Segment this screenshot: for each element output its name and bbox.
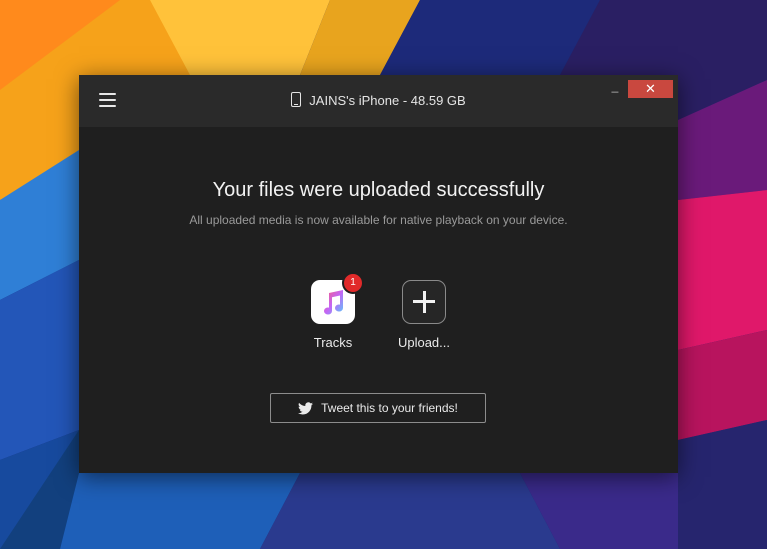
success-subline: All uploaded media is now available for … <box>189 213 568 227</box>
success-headline: Your files were uploaded successfully <box>212 179 545 201</box>
notification-badge: 1 <box>342 272 364 294</box>
tracks-tile[interactable]: 1 Tracks <box>301 272 365 350</box>
tracks-label: Tracks <box>313 335 353 350</box>
title-bar: JAINS's iPhone - 48.59 GB _ ✕ <box>79 75 678 127</box>
app-window: JAINS's iPhone - 48.59 GB _ ✕ Your files… <box>79 75 678 473</box>
upload-label: Upload... <box>397 335 451 350</box>
device-title: JAINS's iPhone - 48.59 GB <box>79 92 678 108</box>
close-button[interactable]: ✕ <box>628 80 673 98</box>
tweet-button[interactable]: Tweet this to your friends! <box>270 393 486 423</box>
phone-icon <box>291 92 302 107</box>
music-app-icon: 1 <box>311 272 364 324</box>
minimize-button[interactable]: _ <box>605 80 625 97</box>
device-title-text: JAINS's iPhone - 48.59 GB <box>309 93 466 108</box>
upload-tile[interactable]: Upload... <box>392 280 456 350</box>
tweet-label: Tweet this to your friends! <box>321 401 458 415</box>
twitter-bird-icon <box>298 402 314 415</box>
plus-icon <box>402 280 446 324</box>
